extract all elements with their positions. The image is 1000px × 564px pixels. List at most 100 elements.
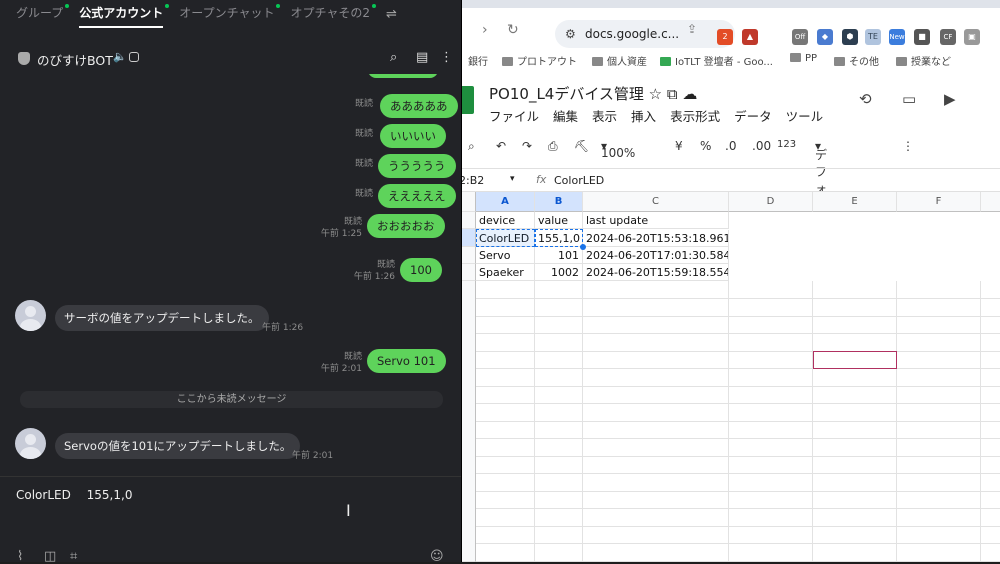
decrease-decimal-button[interactable]: .0: [725, 139, 736, 153]
table-cell[interactable]: 2024-06-20T17:01:30.584Z: [583, 247, 729, 264]
bookmark-folder[interactable]: 個人資産: [592, 53, 647, 68]
table-cell[interactable]: 101: [535, 247, 583, 264]
menu-data[interactable]: データ: [734, 109, 772, 124]
bookmark-folder[interactable]: その他: [834, 53, 879, 68]
tab-official-account[interactable]: 公式アカウント: [79, 0, 170, 28]
move-folder-icon[interactable]: ⧉: [667, 85, 678, 103]
message-bubble[interactable]: あああああ: [380, 94, 458, 118]
star-icon[interactable]: ☆: [649, 85, 662, 103]
menu-view[interactable]: 表示: [592, 109, 617, 124]
meet-icon[interactable]: ▶: [944, 90, 956, 108]
undo-icon[interactable]: ↶: [496, 139, 506, 153]
redo-icon[interactable]: ↷: [522, 139, 532, 153]
extension-off-icon[interactable]: Off: [792, 29, 808, 45]
more-tools-icon[interactable]: ⋮: [902, 139, 914, 153]
extension-new-icon[interactable]: New: [889, 29, 905, 45]
table-cell[interactable]: 2024-06-20T15:53:18.961Z: [583, 230, 729, 247]
message-list[interactable]: 既読 あああああ 既読 いいいい 既読 ううううう 既読 えええええ 既読 午前 …: [0, 74, 461, 474]
row-header[interactable]: [462, 229, 476, 247]
popout-icon[interactable]: [129, 52, 139, 62]
percent-button[interactable]: %: [700, 139, 711, 153]
currency-button[interactable]: ¥: [675, 139, 683, 153]
corner-cell[interactable]: [462, 192, 476, 212]
column-header[interactable]: [981, 192, 1000, 212]
column-header[interactable]: A: [476, 192, 535, 212]
more-formats-button[interactable]: 123: [777, 139, 796, 150]
bookmark-folder[interactable]: プロトアウト: [502, 53, 577, 68]
comment-icon[interactable]: ▭: [902, 90, 916, 108]
column-header[interactable]: C: [583, 192, 729, 212]
share-icon[interactable]: ⇪: [687, 22, 697, 36]
message-bubble[interactable]: 100: [400, 258, 442, 282]
column-header[interactable]: F: [897, 192, 981, 212]
paint-format-icon[interactable]: ⛏: [574, 139, 589, 153]
row-header[interactable]: [462, 264, 476, 281]
tab-group[interactable]: グループ: [16, 0, 70, 28]
spreadsheet-grid[interactable]: A B C D E F device value last update Col…: [462, 192, 1000, 562]
bookmark-item[interactable]: IoTLT 登壇者 - Goo...: [660, 53, 773, 68]
column-header[interactable]: D: [729, 192, 813, 212]
search-icon[interactable]: ⌕: [390, 50, 397, 65]
formula-input[interactable]: ColorLED: [554, 174, 604, 187]
column-header[interactable]: E: [813, 192, 897, 212]
table-cell[interactable]: Spaeker: [476, 264, 535, 281]
table-cell[interactable]: value: [535, 212, 583, 229]
message-bubble[interactable]: おおおおお: [367, 214, 445, 238]
extension-te-icon[interactable]: TE: [865, 29, 881, 45]
message-bubble[interactable]: いいいい: [380, 124, 446, 148]
extension-cf-icon[interactable]: CF: [940, 29, 956, 45]
menu-insert[interactable]: 挿入: [631, 109, 656, 124]
tab-open-chat-2[interactable]: オプチャその2: [290, 0, 376, 28]
address-bar[interactable]: ⚙ docs.google.c...: [555, 20, 735, 48]
zoom-select[interactable]: 100% ▾: [601, 139, 635, 160]
document-title[interactable]: PO10_L4デバイス管理 ☆ ⧉ ☁: [489, 83, 697, 104]
received-message-bubble[interactable]: サーボの値をアップデートしました。: [55, 305, 269, 331]
menu-file[interactable]: ファイル: [489, 109, 539, 124]
notes-icon[interactable]: ▤: [416, 50, 428, 65]
menu-edit[interactable]: 編集: [553, 109, 578, 124]
message-input[interactable]: ColorLED 155,1,0 I ⌇ ◫ ⌗ ☺: [0, 476, 461, 564]
forward-icon[interactable]: ›: [482, 22, 488, 38]
bookmark-folder[interactable]: PP: [790, 53, 817, 64]
table-cell[interactable]: last update: [583, 212, 729, 229]
table-cell[interactable]: Servo: [476, 247, 535, 264]
more-icon[interactable]: ⋮: [440, 50, 453, 65]
font-select[interactable]: デフォ... ▾: [815, 139, 838, 196]
history-icon[interactable]: ⟲: [859, 90, 872, 108]
column-header[interactable]: B: [535, 192, 583, 212]
row-header[interactable]: [462, 212, 476, 229]
print-icon[interactable]: ⎙: [548, 139, 558, 154]
bookmark-folder[interactable]: 授業など: [896, 53, 951, 68]
extension-icon[interactable]: ◆: [817, 29, 833, 45]
table-cell[interactable]: 2024-06-20T15:59:18.554Z: [583, 264, 729, 281]
site-info-icon[interactable]: ⚙: [565, 20, 576, 48]
speaker-icon[interactable]: 🔈: [113, 50, 127, 63]
increase-decimal-button[interactable]: .00: [752, 139, 771, 153]
avatar[interactable]: [15, 300, 46, 331]
message-input-text[interactable]: ColorLED 155,1,0: [16, 486, 132, 503]
row-header[interactable]: [462, 247, 476, 264]
avatar[interactable]: [15, 428, 46, 459]
menu-format[interactable]: 表示形式: [670, 109, 720, 124]
message-bubble[interactable]: ううううう: [378, 154, 456, 178]
name-box[interactable]: 2:B2: [462, 174, 484, 187]
active-cell-e9[interactable]: [813, 351, 897, 369]
sheets-logo-icon[interactable]: [462, 86, 474, 114]
search-menus-icon[interactable]: ⌕: [468, 139, 475, 154]
table-cell[interactable]: 1002: [535, 264, 583, 281]
message-bubble[interactable]: Servo 101: [367, 349, 446, 373]
extension-icon[interactable]: ▣: [964, 29, 980, 45]
message-bubble[interactable]: えええええ: [378, 184, 456, 208]
extension-icon[interactable]: ⬢: [842, 29, 858, 45]
table-cell[interactable]: device: [476, 212, 535, 229]
reload-icon[interactable]: ↻: [507, 22, 519, 38]
menu-tools[interactable]: ツール: [786, 109, 824, 124]
bookmark-item[interactable]: 銀行: [468, 53, 488, 68]
tab-settings-icon[interactable]: ⇌: [386, 7, 397, 22]
extension-icon[interactable]: ■: [914, 29, 930, 45]
extension-icon[interactable]: ▲: [742, 29, 758, 45]
received-message-bubble[interactable]: Servoの値を101にアップデートしました。: [55, 433, 301, 459]
tab-open-chat[interactable]: オープンチャット: [179, 0, 281, 28]
brave-shield-icon[interactable]: 2: [717, 29, 733, 45]
name-box-dropdown-icon[interactable]: ▾: [510, 174, 515, 184]
